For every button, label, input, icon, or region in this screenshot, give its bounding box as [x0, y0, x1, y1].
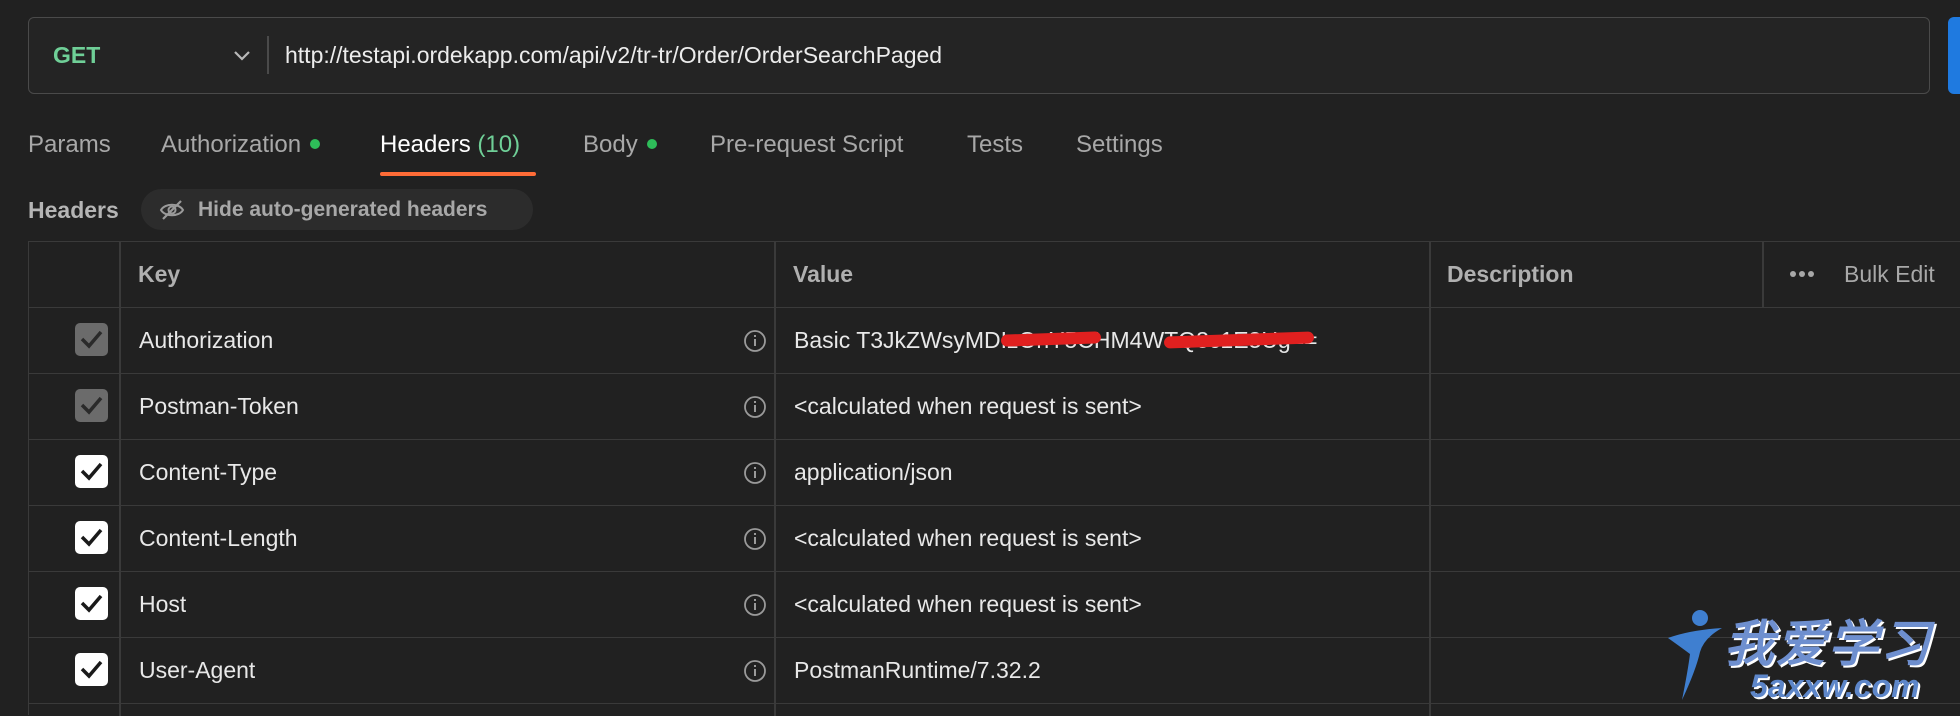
header-key[interactable]: Content-Length — [139, 506, 298, 570]
more-options-icon[interactable] — [1789, 270, 1815, 278]
check-icon — [80, 330, 103, 349]
check-icon — [80, 660, 103, 679]
table-header-row: Key Value Description Bulk Edit — [29, 242, 1960, 308]
check-icon — [80, 396, 103, 415]
status-dot — [646, 138, 657, 149]
row-checkbox[interactable] — [75, 587, 108, 620]
tab-tests[interactable]: Tests — [967, 124, 1023, 166]
header-key[interactable]: Postman-Token — [139, 374, 299, 438]
header-key[interactable]: Authorization — [139, 308, 273, 372]
url-bar: GET http://testapi.ordekapp.com/api/v2/t… — [28, 17, 1930, 94]
header-value[interactable]: PostmanRuntime/7.32.2 — [794, 638, 1041, 702]
tab-body[interactable]: Body — [583, 124, 657, 166]
tab-headers[interactable]: Headers (10) — [380, 124, 520, 166]
check-icon — [80, 462, 103, 481]
info-icon[interactable] — [743, 395, 767, 419]
chevron-down-icon[interactable] — [231, 44, 253, 66]
table-row: Postman-Token <calculated when request i… — [29, 374, 1960, 440]
info-icon[interactable] — [743, 593, 767, 617]
tab-authorization[interactable]: Authorization — [161, 124, 321, 166]
active-tab-indicator — [380, 172, 536, 176]
table-row: Content-Type application/json — [29, 440, 1960, 506]
info-icon[interactable] — [743, 329, 767, 353]
row-checkbox — [75, 389, 108, 422]
row-checkbox[interactable] — [75, 653, 108, 686]
info-icon[interactable] — [743, 461, 767, 485]
header-value[interactable]: <calculated when request is sent> — [794, 506, 1142, 570]
hide-auto-generated-headers-button[interactable]: Hide auto-generated headers — [141, 189, 533, 230]
info-icon[interactable] — [743, 527, 767, 551]
bulk-edit-button[interactable]: Bulk Edit — [1844, 242, 1935, 306]
header-key[interactable]: Host — [139, 572, 186, 636]
column-key: Key — [138, 261, 181, 287]
header-value[interactable]: <calculated when request is sent> — [794, 374, 1142, 438]
info-icon[interactable] — [743, 659, 767, 683]
check-icon — [80, 528, 103, 547]
header-value[interactable]: application/json — [794, 440, 953, 504]
tab-pre-request-script[interactable]: Pre-request Script — [710, 124, 903, 166]
tab-settings[interactable]: Settings — [1076, 124, 1163, 166]
header-value[interactable]: <calculated when request is sent> — [794, 572, 1142, 636]
table-row: Content-Length <calculated when request … — [29, 506, 1960, 572]
table-row: Authorization Basic T3JkZWsyMDIzOnY5CHM4… — [29, 308, 1960, 374]
url-input[interactable]: http://testapi.ordekapp.com/api/v2/tr-tr… — [285, 18, 942, 92]
watermark: 我爱学习 5axxw.com — [1660, 604, 1960, 712]
column-value: Value — [793, 261, 854, 287]
column-description: Description — [1447, 261, 1574, 287]
status-dot — [310, 138, 321, 149]
watermark-subtext: 5axxw.com — [1750, 668, 1920, 704]
figure-logo-icon — [1668, 610, 1722, 700]
check-icon — [80, 594, 103, 613]
header-key[interactable]: Content-Type — [139, 440, 277, 504]
tab-params[interactable]: Params — [28, 124, 111, 166]
header-key[interactable]: User-Agent — [139, 638, 255, 702]
url-divider — [267, 36, 269, 74]
watermark-text: 我爱学习 — [1724, 616, 1932, 672]
send-button[interactable] — [1948, 17, 1960, 94]
row-checkbox — [75, 323, 108, 356]
row-checkbox[interactable] — [75, 455, 108, 488]
row-checkbox[interactable] — [75, 521, 108, 554]
method-select[interactable]: GET — [53, 18, 100, 92]
headers-count: (10) — [477, 131, 521, 158]
eye-off-icon — [159, 200, 185, 220]
headers-label: Headers — [28, 197, 119, 223]
